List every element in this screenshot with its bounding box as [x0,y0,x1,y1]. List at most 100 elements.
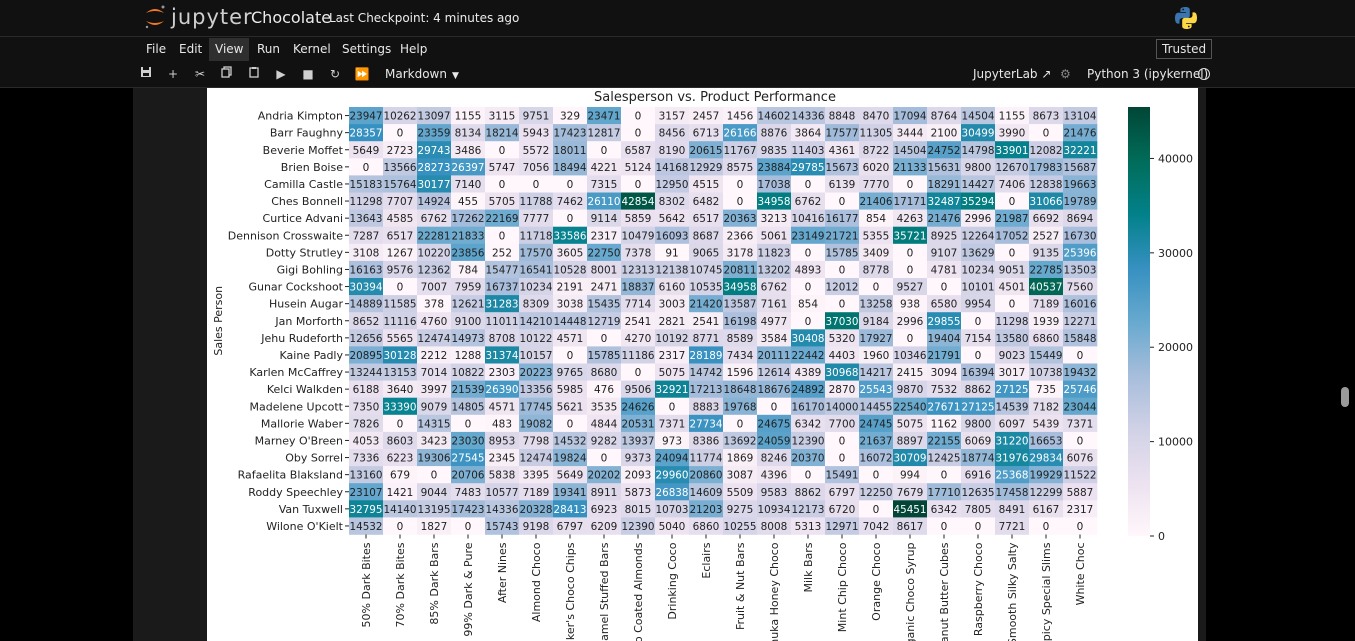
cell-value-label: 10255 [724,521,757,533]
scrollbar-thumb[interactable] [1341,387,1349,407]
cell-value-label: 10528 [554,264,587,276]
notebook-toolbar: + ✂ ▶ ■ ↻ ⏩ Markdown ▼ JupyterLab ↗ ⚙ Pyt… [0,62,1355,88]
paste-icon[interactable] [243,62,265,86]
copy-icon[interactable] [216,62,238,86]
colorbar-tick-label: 40000 [1158,152,1193,165]
cell-value-label: 3038 [557,299,584,311]
cell-value-label: 22540 [894,401,927,413]
cell-value-label: 6923 [591,504,618,516]
cell-value-label: 7371 [1067,418,1094,430]
cell-value-label: 0 [1043,521,1050,533]
restart-icon[interactable]: ↻ [324,62,346,86]
cell-value-label: 20860 [690,470,723,482]
top-header: jupyter Chocolate Last Checkpoint: 4 min… [0,0,1355,37]
cell-value-label: 0 [805,470,812,482]
cell-value-label: 14539 [996,401,1029,413]
row-label: Curtice Advani [263,212,343,225]
cell-value-label: 6517 [693,213,720,225]
cell-value-label: 12635 [962,487,995,499]
cell-value-label: 0 [839,264,846,276]
cell-value-label: 10101 [962,282,995,294]
add-cell-icon[interactable]: + [162,62,184,86]
column-label: Smooth Silky Salty [1006,542,1019,641]
column-label: Peanut Butter Cubes [938,542,951,641]
cell-value-label: 33586 [554,230,587,242]
cell-value-label: 2303 [489,367,516,379]
menu-run[interactable]: Run [251,38,286,61]
cell-value-label: 10234 [520,282,553,294]
colorbar-tick-label: 10000 [1158,436,1193,449]
cell-value-label: 11403 [792,145,825,157]
cell-value-label: 14217 [860,367,893,379]
cell-value-label: 10703 [656,504,689,516]
cell-value-label: 5061 [761,230,788,242]
menu-help[interactable]: Help [394,38,433,61]
column-label: Milk Bars [802,542,815,592]
cell-value-label: 21987 [996,213,1029,225]
cell-value-label: 5509 [727,487,754,499]
cell-type-select[interactable]: Markdown ▼ [385,62,459,86]
cell-value-label: 23856 [452,247,485,259]
cell-value-label: 12817 [588,128,621,140]
kernel-name[interactable]: Python 3 (ipykernel) [1087,62,1208,86]
cell-value-label: 31066 [1030,196,1063,208]
cell-value-label: 21833 [452,230,485,242]
cell-value-label: 17745 [520,401,553,413]
cell-value-label: 27125 [996,384,1029,396]
cell-value-label: 13692 [724,435,757,447]
save-icon[interactable] [135,62,157,86]
jupyter-logo-text[interactable]: jupyter [171,5,253,29]
cell-value-label: 3444 [897,128,924,140]
jupyterlab-link[interactable]: JupyterLab ↗ [973,62,1051,86]
cell-value-label: 7777 [523,213,550,225]
cell-value-label: 5747 [489,162,516,174]
jupyter-logo-icon[interactable] [143,3,167,31]
run-icon[interactable]: ▶ [270,62,292,86]
cell-value-label: 2345 [489,453,516,465]
cell-value-label: 45451 [894,504,927,516]
cell-value-label: 23030 [452,435,485,447]
cell-value-label: 10479 [622,230,655,242]
cell-value-label: 0 [805,282,812,294]
menu-kernel[interactable]: Kernel [287,38,337,61]
scrollbar[interactable] [1338,88,1355,641]
cell-value-label: 5642 [659,213,686,225]
cell-value-label: 14455 [860,401,893,413]
cell-value-label: 42854 [622,196,655,208]
menu-settings[interactable]: Settings [336,38,397,61]
cell-value-label: 4263 [897,213,924,225]
cut-icon[interactable]: ✂ [189,62,211,86]
cell-value-label: 32221 [1064,145,1097,157]
cell-value-label: 7336 [353,453,380,465]
trusted-indicator[interactable]: Trusted [1156,39,1213,59]
cell-value-label: 0 [397,418,404,430]
cell-value-label: 0 [771,401,778,413]
cell-value-label: 14504 [894,145,927,157]
cell-value-label: 7700 [829,418,856,430]
cell-value-label: 2093 [625,470,652,482]
cell-value-label: 3157 [659,111,686,123]
kernel-status-icon [1198,68,1210,80]
cell-value-label: 9135 [1033,247,1060,259]
cell-value-label: 2996 [965,213,992,225]
notebook-title[interactable]: Chocolate [251,8,331,27]
fast-forward-icon[interactable]: ⏩ [351,62,373,86]
cell-value-label: 30709 [894,453,927,465]
menu-view[interactable]: View [209,38,250,61]
cell-value-label: 2457 [693,111,720,123]
cell-value-label: 10157 [520,350,553,362]
colorbar [1128,107,1150,536]
cell-value-label: 14210 [520,316,553,328]
cell-value-label: 25368 [996,470,1029,482]
row-label: Gunar Cockshoot [248,281,343,294]
menu-edit[interactable]: Edit [173,38,208,61]
menu-file[interactable]: File [140,38,172,61]
cell-value-label: 6223 [387,453,414,465]
cell-value-label: 2317 [1067,504,1094,516]
cell-value-label: 26390 [486,384,519,396]
stop-icon[interactable]: ■ [297,62,319,86]
gear-icon[interactable]: ⚙ [1060,62,1071,86]
cell-value-label: 5320 [829,333,856,345]
cell-value-label: 3486 [455,145,482,157]
cell-value-label: 938 [900,299,920,311]
